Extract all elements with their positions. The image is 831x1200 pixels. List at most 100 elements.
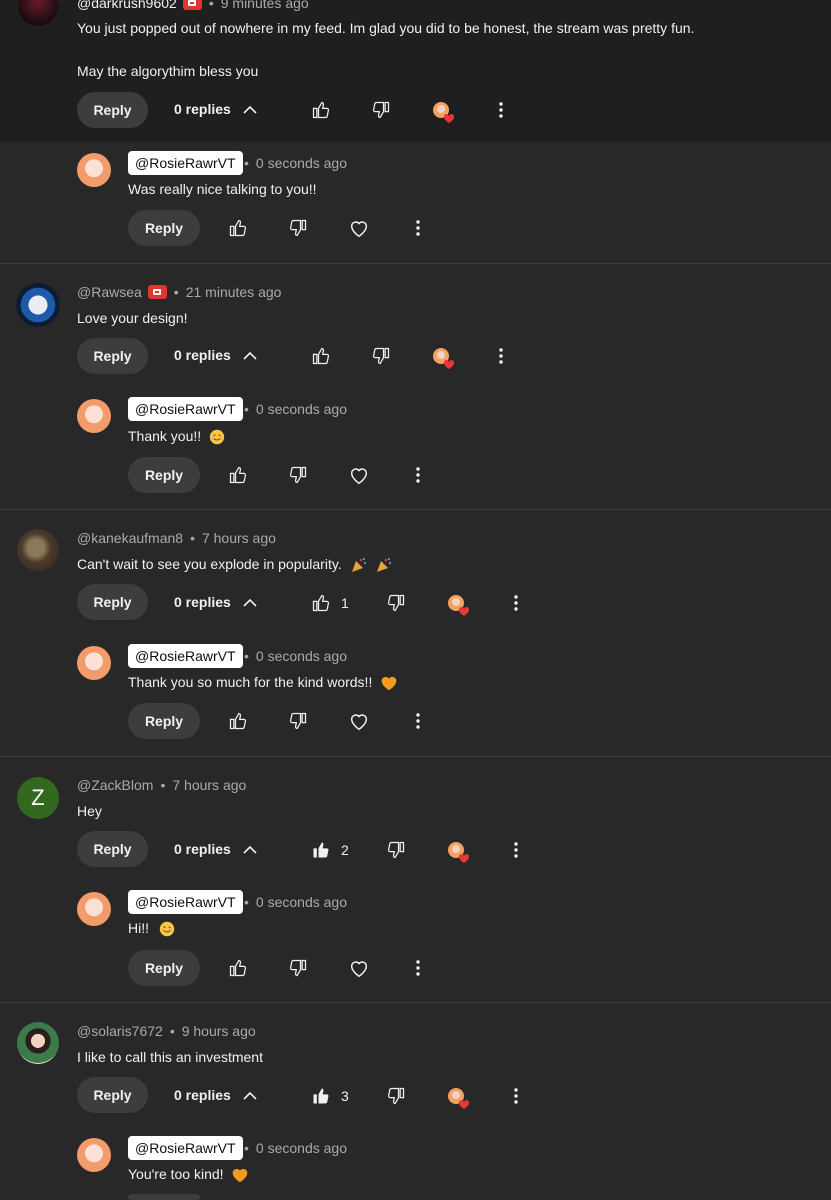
avatar[interactable]: [16, 283, 60, 327]
like-icon-filled[interactable]: [311, 840, 331, 860]
like-icon[interactable]: [228, 958, 248, 978]
avatar-letter: Z: [31, 785, 45, 810]
dislike-icon[interactable]: [288, 465, 308, 485]
creator-heart-icon: [432, 101, 456, 125]
reply-time[interactable]: 0 seconds ago: [256, 894, 347, 910]
more-actions-icon[interactable]: [409, 465, 427, 485]
avatar[interactable]: [77, 1138, 111, 1172]
smiling-face-emoji-icon: [209, 430, 225, 445]
more-actions-icon[interactable]: [409, 958, 427, 978]
more-actions-icon[interactable]: [409, 218, 427, 238]
reply-time[interactable]: 0 seconds ago: [256, 1140, 347, 1156]
avatar[interactable]: Z: [17, 777, 59, 819]
separator-dot: •: [244, 401, 249, 417]
like-icon[interactable]: [311, 593, 331, 613]
like-icon[interactable]: [311, 346, 331, 366]
member-badge-icon: [182, 0, 202, 10]
replies-toggle[interactable]: 0 replies: [174, 101, 257, 117]
reply-text-content: Hi!!: [128, 920, 149, 936]
reply-meta: • 0 seconds ago: [244, 894, 347, 910]
more-actions-icon[interactable]: [492, 346, 510, 366]
comment-author[interactable]: @Rawsea: [77, 284, 142, 300]
reply-button[interactable]: Reply: [77, 1077, 148, 1113]
dislike-icon[interactable]: [386, 1086, 406, 1106]
more-actions-icon[interactable]: [507, 1086, 525, 1106]
comment-author[interactable]: @solaris7672: [77, 1023, 163, 1039]
dislike-icon[interactable]: [386, 840, 406, 860]
comment-text: Love your design!: [77, 310, 188, 326]
dislike-icon[interactable]: [288, 958, 308, 978]
like-icon[interactable]: [228, 465, 248, 485]
comment-text: May the algorythim bless you: [77, 63, 259, 79]
like-icon-filled[interactable]: [311, 1086, 331, 1106]
dislike-icon[interactable]: [371, 100, 391, 120]
divider: [0, 756, 831, 757]
more-actions-icon[interactable]: [507, 593, 525, 613]
heart-icon[interactable]: [348, 217, 370, 239]
heart-icon[interactable]: [348, 957, 370, 979]
reply-button[interactable]: Reply: [128, 210, 200, 246]
reply-button[interactable]: Reply: [77, 584, 148, 620]
reply-meta: • 0 seconds ago: [244, 401, 347, 417]
avatar[interactable]: [77, 399, 111, 433]
like-icon[interactable]: [228, 711, 248, 731]
comment-meta: @kanekaufman8 • 7 hours ago: [77, 530, 276, 546]
reply-text: You're too kind!: [128, 1166, 249, 1183]
reply-button[interactable]: Reply: [77, 831, 148, 867]
replies-toggle[interactable]: 0 replies: [174, 594, 257, 610]
comment-author[interactable]: @ZackBlom: [77, 777, 153, 793]
avatar[interactable]: [17, 529, 59, 571]
creator-name-pill[interactable]: @RosieRawrVT: [128, 397, 243, 421]
comment-time[interactable]: 21 minutes ago: [186, 284, 282, 300]
dislike-icon[interactable]: [386, 593, 406, 613]
reply-text: Thank you so much for the kind words!!: [128, 674, 398, 691]
avatar[interactable]: [17, 1022, 59, 1064]
reply-time[interactable]: 0 seconds ago: [256, 401, 347, 417]
comment-text: I like to call this an investment: [77, 1049, 263, 1065]
creator-name-pill[interactable]: @RosieRawrVT: [128, 890, 243, 914]
replies-toggle[interactable]: 0 replies: [174, 841, 257, 857]
avatar[interactable]: [77, 646, 111, 680]
more-actions-icon[interactable]: [507, 840, 525, 860]
comment-time[interactable]: 7 hours ago: [202, 530, 276, 546]
separator-dot: •: [160, 777, 166, 793]
reply-button[interactable]: Reply: [77, 92, 148, 128]
dislike-icon[interactable]: [371, 346, 391, 366]
creator-name-pill[interactable]: @RosieRawrVT: [128, 644, 243, 668]
heart-icon[interactable]: [348, 464, 370, 486]
separator-dot: •: [208, 0, 214, 11]
avatar[interactable]: [77, 892, 111, 926]
separator-dot: •: [244, 1140, 249, 1156]
avatar[interactable]: [77, 153, 111, 187]
reply-button[interactable]: Reply: [77, 338, 148, 374]
creator-name-pill[interactable]: @RosieRawrVT: [128, 151, 243, 175]
dislike-icon[interactable]: [288, 218, 308, 238]
comment-author[interactable]: @darkrush9602: [77, 0, 177, 11]
more-actions-icon[interactable]: [492, 100, 510, 120]
comment-time[interactable]: 7 hours ago: [172, 777, 246, 793]
creator-heart-icon: [447, 841, 471, 865]
comment-author[interactable]: @kanekaufman8: [77, 530, 183, 546]
divider: [0, 263, 831, 264]
comment-text: Hey: [77, 803, 102, 819]
separator-dot: •: [244, 894, 249, 910]
reply-button[interactable]: Reply: [128, 950, 200, 986]
reply-time[interactable]: 0 seconds ago: [256, 155, 347, 171]
creator-name-pill[interactable]: @RosieRawrVT: [128, 1136, 243, 1160]
reply-time[interactable]: 0 seconds ago: [256, 648, 347, 664]
dislike-icon[interactable]: [288, 711, 308, 731]
heart-icon[interactable]: [348, 710, 370, 732]
comment-time[interactable]: 9 hours ago: [182, 1023, 256, 1039]
reply-button[interactable]: Reply: [128, 457, 200, 493]
more-actions-icon[interactable]: [409, 711, 427, 731]
replies-count: 0 replies: [174, 1087, 231, 1103]
reply-button[interactable]: [128, 1194, 200, 1200]
comment-time[interactable]: 9 minutes ago: [221, 0, 309, 11]
like-icon[interactable]: [228, 218, 248, 238]
reply-meta: • 0 seconds ago: [244, 155, 347, 171]
replies-toggle[interactable]: 0 replies: [174, 347, 257, 363]
replies-toggle[interactable]: 0 replies: [174, 1087, 257, 1103]
chevron-up-icon: [243, 105, 257, 114]
like-icon[interactable]: [311, 100, 331, 120]
reply-button[interactable]: Reply: [128, 703, 200, 739]
